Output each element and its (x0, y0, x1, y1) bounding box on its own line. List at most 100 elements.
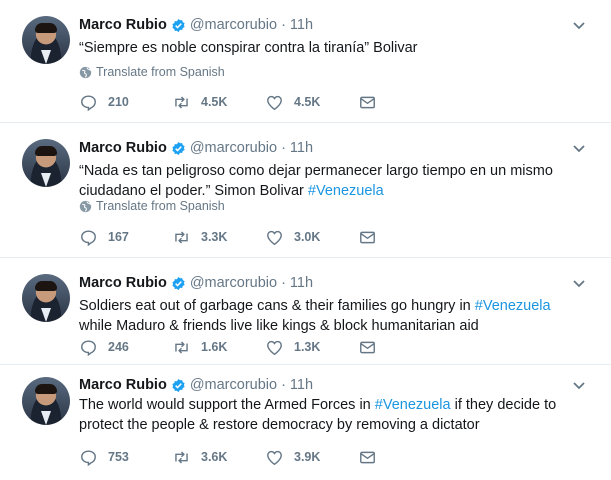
retweet-icon (175, 230, 188, 244)
hashtag-link[interactable]: #Venezuela (308, 183, 384, 199)
reply-icon (81, 229, 96, 246)
author-handle[interactable]: @marcorubio (190, 377, 277, 393)
author-name[interactable]: Marco Rubio (79, 275, 167, 291)
message-button[interactable] (358, 228, 388, 247)
retweet-button[interactable]: 1.6K (172, 338, 265, 357)
reply-icon (81, 339, 96, 356)
like-button[interactable]: 1.3K (265, 338, 358, 357)
chevron-down-icon[interactable] (571, 377, 587, 393)
separator-dot: · (281, 377, 286, 393)
chevron-down-icon[interactable] (571, 140, 587, 156)
avatar[interactable] (22, 274, 70, 322)
message-button[interactable] (358, 93, 388, 112)
retweet-count: 1.6K (201, 340, 228, 354)
verified-badge-icon (172, 276, 185, 290)
reply-icon (81, 94, 96, 111)
reply-count: 167 (108, 230, 129, 244)
tweet[interactable]: Marco Rubio @marcorubio · 11h “Siempre e… (0, 0, 611, 123)
translate-label: Translate from Spanish (96, 65, 225, 79)
chevron-down-icon[interactable] (571, 275, 587, 291)
tweet[interactable]: Marco Rubio @marcorubio · 11h The world … (0, 365, 611, 480)
like-count: 3.0K (294, 230, 321, 244)
reply-button[interactable]: 167 (79, 228, 172, 247)
message-button[interactable] (358, 338, 388, 357)
timestamp[interactable]: 11h (290, 140, 313, 156)
tweet[interactable]: Marco Rubio @marcorubio · 11h Soldiers e… (0, 258, 611, 365)
separator-dot: · (281, 17, 286, 33)
tweet-header: Marco Rubio @marcorubio · 11h (79, 375, 313, 395)
reply-button[interactable]: 753 (79, 448, 172, 467)
avatar[interactable] (22, 377, 70, 425)
tweet-text: “Siempre es noble conspirar contra la ti… (79, 38, 584, 58)
author-handle[interactable]: @marcorubio (190, 140, 277, 156)
author-handle[interactable]: @marcorubio (190, 275, 277, 291)
message-icon (360, 341, 375, 353)
timestamp[interactable]: 11h (290, 377, 313, 393)
timestamp[interactable]: 11h (290, 17, 313, 33)
like-icon (267, 340, 282, 355)
like-button[interactable]: 3.0K (265, 228, 358, 247)
tweet-feed: Marco Rubio @marcorubio · 11h “Siempre e… (0, 0, 611, 480)
tweet[interactable]: Marco Rubio @marcorubio · 11h “Nada es t… (0, 123, 611, 258)
reply-count: 246 (108, 340, 129, 354)
retweet-icon (175, 95, 188, 109)
like-button[interactable]: 3.9K (265, 448, 358, 467)
tweet-header: Marco Rubio @marcorubio · 11h (79, 273, 313, 293)
reply-count: 753 (108, 450, 129, 464)
verified-badge-icon (172, 141, 185, 155)
message-icon (360, 96, 375, 108)
author-name[interactable]: Marco Rubio (79, 377, 167, 393)
tweet-header: Marco Rubio @marcorubio · 11h (79, 15, 313, 35)
like-icon (267, 230, 282, 245)
reply-icon (81, 449, 96, 466)
tweet-text-body: Soldiers eat out of garbage cans & their… (79, 298, 475, 314)
tweet-text-body: “Siempre es noble conspirar contra la ti… (79, 40, 418, 56)
reply-button[interactable]: 246 (79, 338, 172, 357)
tweet-actions: 753 3.6K 3.9K (79, 447, 388, 467)
like-count: 1.3K (294, 340, 321, 354)
verified-badge-icon (172, 378, 185, 392)
globe-icon (79, 200, 92, 212)
avatar[interactable] (22, 139, 70, 187)
translate-link[interactable]: Translate from Spanish (79, 64, 225, 80)
avatar[interactable] (22, 16, 70, 64)
hashtag-link[interactable]: #Venezuela (375, 397, 451, 413)
retweet-icon (175, 450, 188, 464)
retweet-button[interactable]: 4.5K (172, 93, 265, 112)
tweet-text-body: while Maduro & friends live like kings &… (79, 318, 479, 334)
verified-badge-icon (172, 18, 185, 32)
tweet-actions: 210 4.5K 4.5K (79, 92, 388, 112)
timestamp[interactable]: 11h (290, 275, 313, 291)
separator-dot: · (281, 140, 286, 156)
retweet-count: 4.5K (201, 95, 228, 109)
message-icon (360, 231, 375, 243)
translate-link[interactable]: Translate from Spanish (79, 198, 225, 214)
author-name[interactable]: Marco Rubio (79, 17, 167, 33)
reply-count: 210 (108, 95, 129, 109)
retweet-count: 3.3K (201, 230, 228, 244)
like-icon (267, 95, 282, 110)
author-handle[interactable]: @marcorubio (190, 17, 277, 33)
tweet-text: “Nada es tan peligroso como dejar perman… (79, 161, 584, 201)
tweet-text-body: The world would support the Armed Forces… (79, 397, 375, 413)
retweet-button[interactable]: 3.3K (172, 228, 265, 247)
message-icon (360, 451, 375, 463)
tweet-actions: 167 3.3K 3.0K (79, 227, 388, 247)
chevron-down-icon[interactable] (571, 17, 587, 33)
like-icon (267, 450, 282, 465)
retweet-button[interactable]: 3.6K (172, 448, 265, 467)
like-button[interactable]: 4.5K (265, 93, 358, 112)
tweet-actions: 246 1.6K 1.3K (79, 337, 388, 357)
separator-dot: · (281, 275, 286, 291)
retweet-icon (175, 340, 188, 354)
retweet-count: 3.6K (201, 450, 228, 464)
reply-button[interactable]: 210 (79, 93, 172, 112)
tweet-header: Marco Rubio @marcorubio · 11h (79, 138, 313, 158)
tweet-text: Soldiers eat out of garbage cans & their… (79, 296, 584, 336)
message-button[interactable] (358, 448, 388, 467)
like-count: 4.5K (294, 95, 321, 109)
translate-label: Translate from Spanish (96, 199, 225, 213)
hashtag-link[interactable]: #Venezuela (475, 298, 551, 314)
globe-icon (79, 66, 92, 78)
author-name[interactable]: Marco Rubio (79, 140, 167, 156)
